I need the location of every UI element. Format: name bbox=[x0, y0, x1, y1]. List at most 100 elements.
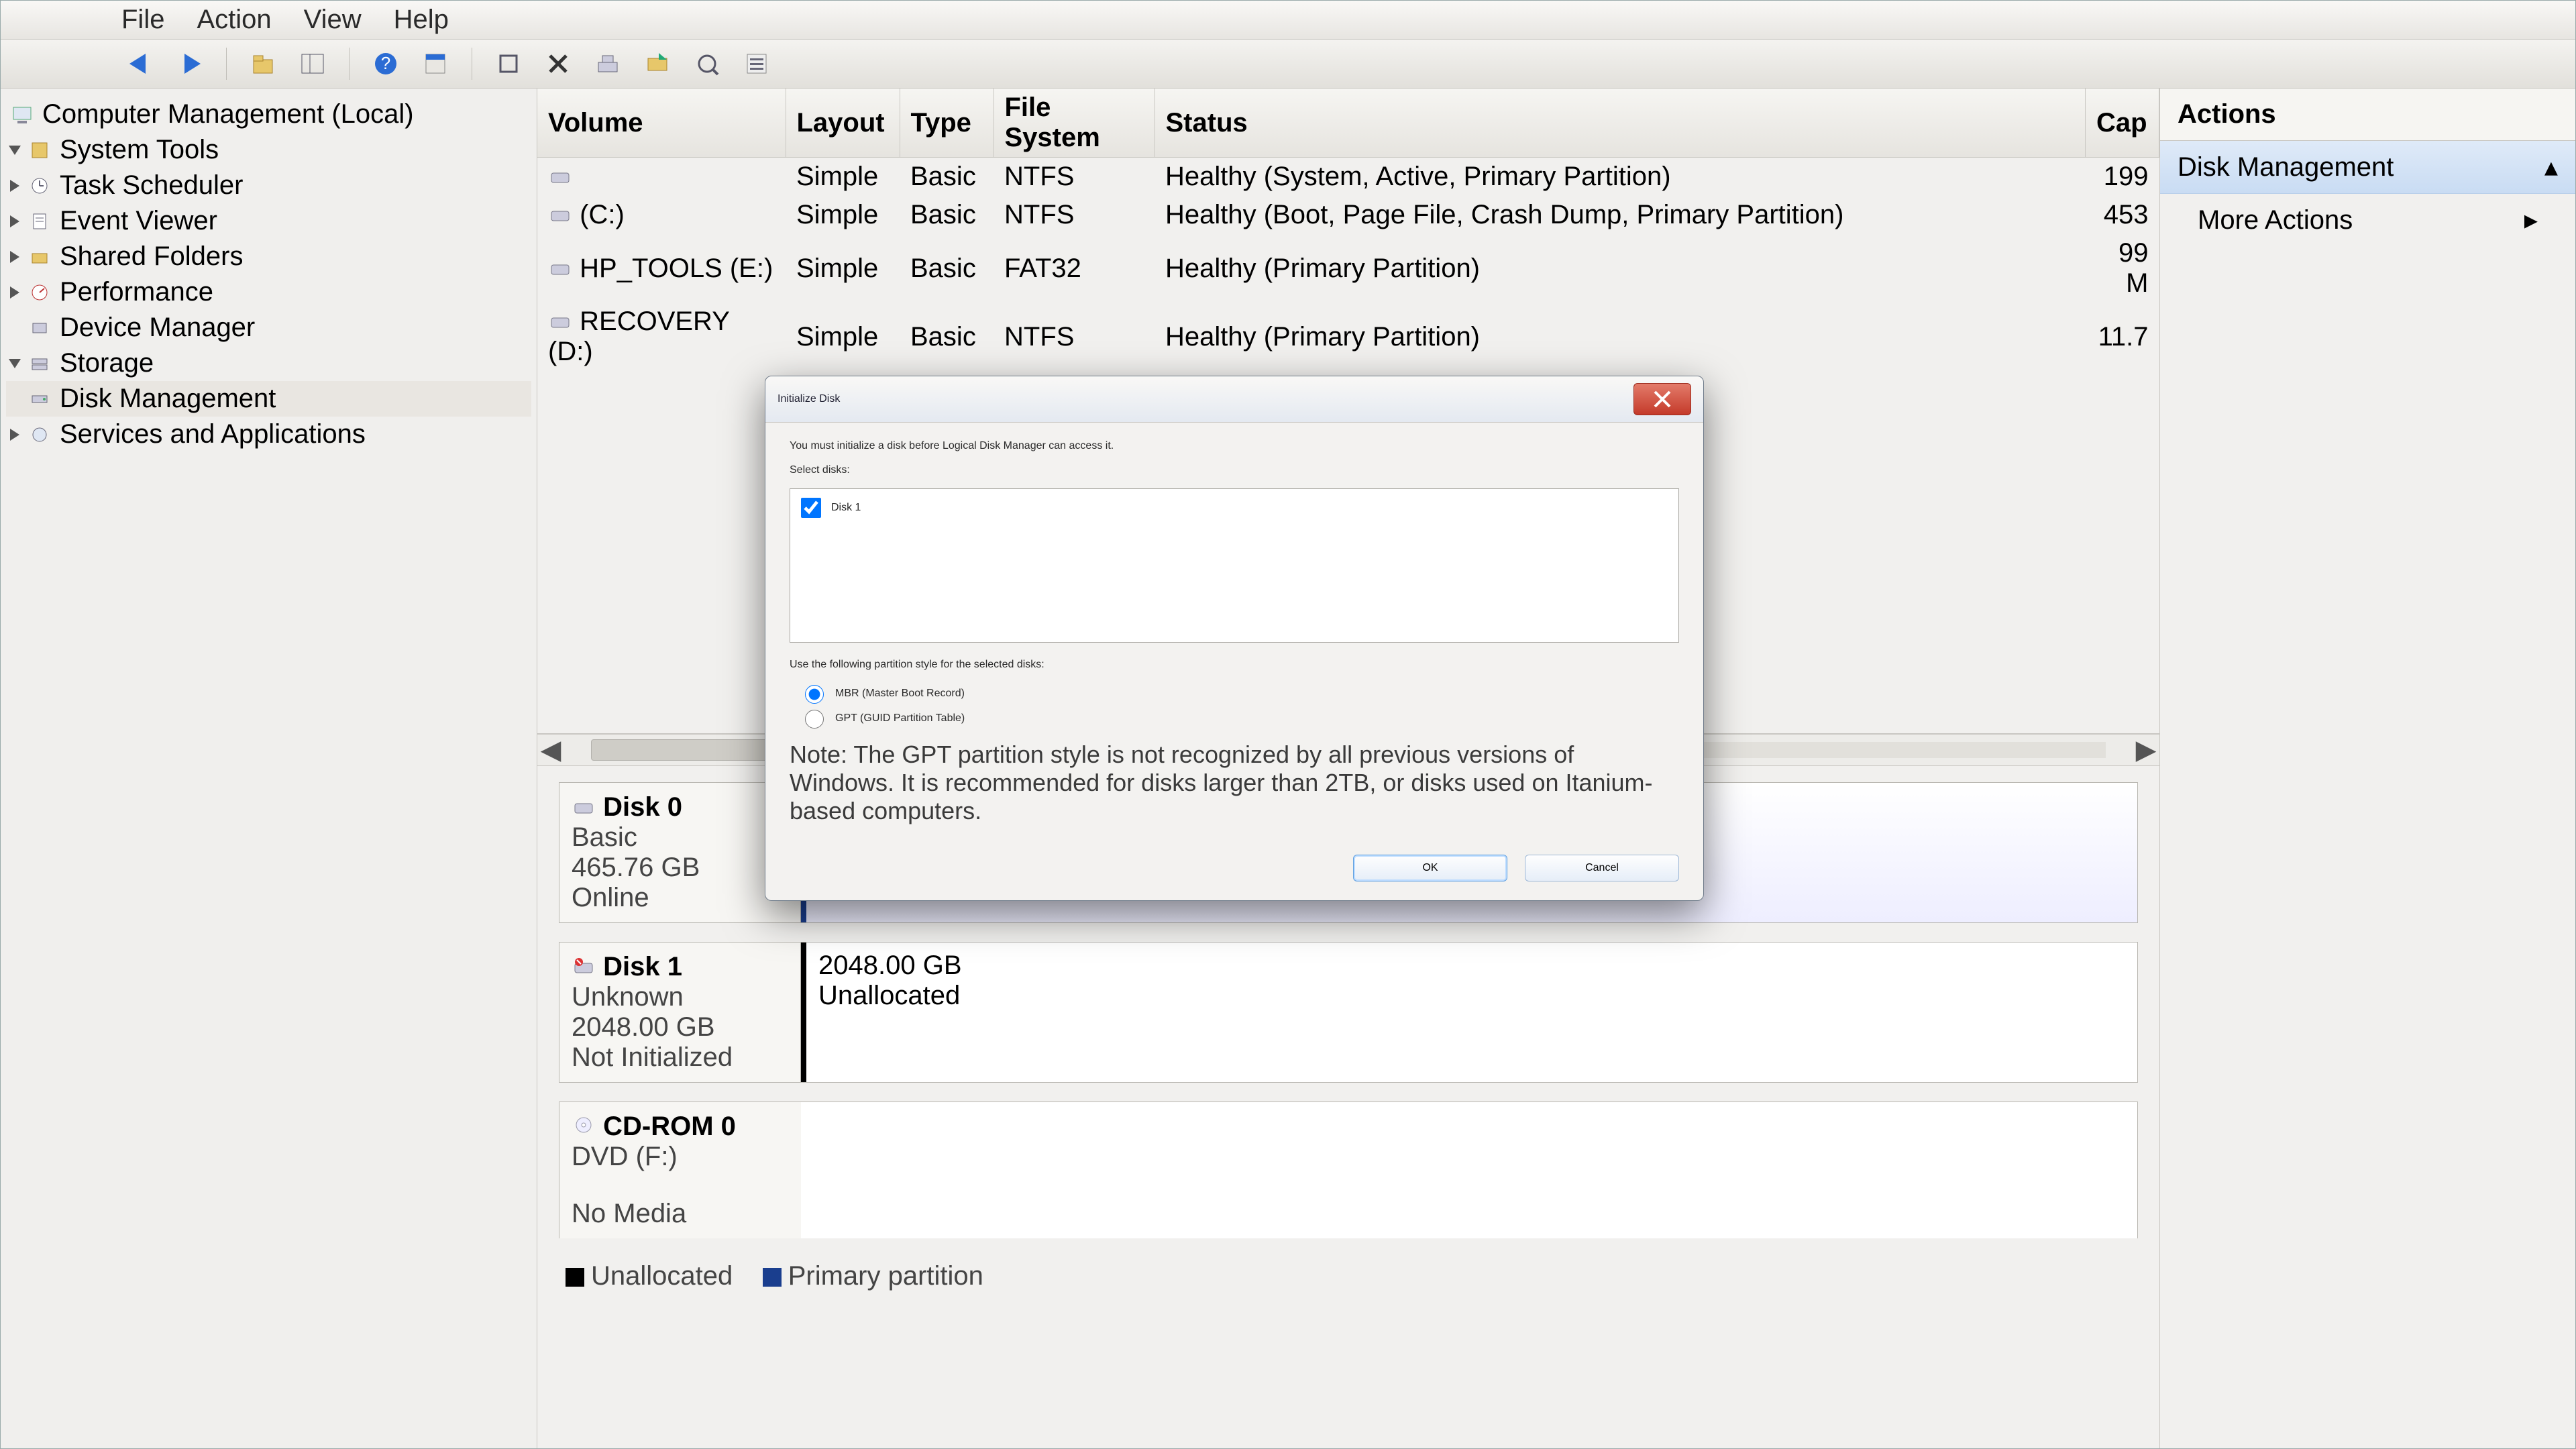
tree-device-manager[interactable]: Device Manager bbox=[6, 310, 531, 345]
menu-view[interactable]: View bbox=[304, 5, 362, 35]
refresh-button[interactable] bbox=[490, 45, 527, 83]
forward-button[interactable] bbox=[171, 45, 209, 83]
cell: Basic bbox=[900, 303, 994, 371]
tree-label: Storage bbox=[60, 348, 154, 378]
dialog-titlebar[interactable]: Initialize Disk bbox=[765, 376, 1703, 423]
table-row[interactable]: (C:) Simple Basic NTFS Healthy (Boot, Pa… bbox=[537, 196, 2159, 234]
show-hide-tree-button[interactable] bbox=[294, 45, 331, 83]
legend: Unallocated Primary partition bbox=[559, 1257, 2138, 1291]
disk-check-label: Disk 1 bbox=[831, 502, 861, 514]
disk-size: 465.76 GB bbox=[572, 853, 788, 883]
partition-unallocated[interactable]: 2048.00 GB Unallocated bbox=[801, 943, 2137, 1082]
volume-icon bbox=[548, 258, 572, 282]
tree-storage[interactable]: Storage bbox=[6, 345, 531, 381]
radio-gpt-input[interactable] bbox=[805, 710, 824, 729]
cell: Simple bbox=[786, 196, 900, 234]
disk-info: Disk 1 Unknown 2048.00 GB Not Initialize… bbox=[559, 943, 801, 1082]
tree-shared-folders[interactable]: Shared Folders bbox=[6, 239, 531, 274]
cell: Simple bbox=[786, 303, 900, 371]
cell: NTFS bbox=[994, 303, 1155, 371]
ok-button[interactable]: OK bbox=[1353, 855, 1507, 881]
scroll-right-icon[interactable]: ▶ bbox=[2133, 735, 2159, 765]
collapse-icon[interactable]: ▴ bbox=[2544, 152, 2558, 182]
tree-task-scheduler[interactable]: Task Scheduler bbox=[6, 168, 531, 203]
computer-icon bbox=[10, 103, 34, 127]
close-button[interactable] bbox=[1633, 383, 1691, 415]
disk-state: Not Initialized bbox=[572, 1042, 788, 1073]
radio-gpt[interactable]: GPT (GUID Partition Table) bbox=[802, 708, 1679, 729]
up-button[interactable] bbox=[244, 45, 282, 83]
disk-checkbox[interactable] bbox=[801, 498, 821, 518]
expand-icon[interactable] bbox=[10, 180, 19, 192]
menu-action[interactable]: Action bbox=[197, 5, 271, 35]
separator-icon bbox=[349, 48, 350, 80]
disk-row-cd[interactable]: CD-ROM 0 DVD (F:) No Media bbox=[559, 1102, 2138, 1238]
chevron-right-icon: ▸ bbox=[2524, 205, 2538, 235]
expand-icon[interactable] bbox=[10, 429, 19, 441]
legend-label: Primary partition bbox=[788, 1261, 983, 1291]
disk-check-item[interactable]: Disk 1 bbox=[798, 496, 1670, 520]
partition-strip[interactable]: 2048.00 GB Unallocated bbox=[801, 943, 2137, 1082]
initialize-disk-dialog[interactable]: Initialize Disk You must initialize a di… bbox=[765, 376, 1704, 901]
actions-more[interactable]: More Actions ▸ bbox=[2160, 194, 2575, 246]
table-row[interactable]: RECOVERY (D:) Simple Basic NTFS Healthy … bbox=[537, 303, 2159, 371]
legend-chip-primary bbox=[763, 1268, 782, 1287]
col-status[interactable]: Status bbox=[1155, 89, 2086, 158]
col-filesystem[interactable]: File System bbox=[994, 89, 1155, 158]
expand-icon[interactable] bbox=[10, 251, 19, 263]
radio-mbr[interactable]: MBR (Master Boot Record) bbox=[802, 683, 1679, 704]
delete-button[interactable] bbox=[539, 45, 577, 83]
tree-root[interactable]: Computer Management (Local) bbox=[6, 97, 531, 132]
tree-label: Performance bbox=[60, 277, 213, 307]
expand-icon[interactable] bbox=[10, 286, 19, 299]
cell: (C:) bbox=[580, 200, 625, 229]
rescan-button[interactable] bbox=[589, 45, 627, 83]
expand-icon[interactable] bbox=[9, 359, 21, 368]
tree-services-apps[interactable]: Services and Applications bbox=[6, 417, 531, 452]
tree-system-tools[interactable]: System Tools bbox=[6, 132, 531, 168]
disk-type: Unknown bbox=[572, 982, 788, 1012]
tree-label: Event Viewer bbox=[60, 206, 217, 236]
device-icon bbox=[28, 316, 52, 340]
action-button[interactable] bbox=[639, 45, 676, 83]
disk-warning-icon bbox=[572, 955, 596, 979]
col-type[interactable]: Type bbox=[900, 89, 994, 158]
menu-help[interactable]: Help bbox=[394, 5, 449, 35]
volume-icon bbox=[548, 204, 572, 228]
tree-event-viewer[interactable]: Event Viewer bbox=[6, 203, 531, 239]
cancel-button[interactable]: Cancel bbox=[1525, 855, 1679, 881]
select-disks-label: Select disks: bbox=[790, 464, 1679, 476]
col-layout[interactable]: Layout bbox=[786, 89, 900, 158]
disk-icon bbox=[28, 387, 52, 411]
part-size: 2048.00 GB bbox=[818, 951, 2125, 981]
col-volume[interactable]: Volume bbox=[537, 89, 786, 158]
tools-icon bbox=[28, 138, 52, 162]
disk-select-list[interactable]: Disk 1 bbox=[790, 488, 1679, 643]
actions-header: Actions bbox=[2160, 89, 2575, 141]
gauge-icon bbox=[28, 280, 52, 305]
expand-icon[interactable] bbox=[9, 146, 21, 155]
expand-icon[interactable] bbox=[10, 215, 19, 227]
more-button[interactable] bbox=[738, 45, 775, 83]
svg-text:?: ? bbox=[381, 53, 390, 73]
cell: NTFS bbox=[994, 158, 1155, 197]
back-button[interactable] bbox=[121, 45, 159, 83]
help-button[interactable]: ? bbox=[367, 45, 405, 83]
radio-gpt-label: GPT (GUID Partition Table) bbox=[835, 712, 965, 724]
services-icon bbox=[28, 423, 52, 447]
disk-row-1[interactable]: Disk 1 Unknown 2048.00 GB Not Initialize… bbox=[559, 942, 2138, 1083]
table-row[interactable]: Simple Basic NTFS Healthy (System, Activ… bbox=[537, 158, 2159, 197]
menu-file[interactable]: File bbox=[121, 5, 164, 35]
col-capacity[interactable]: Cap bbox=[2086, 89, 2159, 158]
view-settings-button[interactable] bbox=[688, 45, 726, 83]
volume-icon bbox=[548, 311, 572, 335]
console-tree[interactable]: Computer Management (Local) System Tools… bbox=[1, 89, 537, 1448]
actions-group[interactable]: Disk Management ▴ bbox=[2160, 141, 2575, 194]
tree-performance[interactable]: Performance bbox=[6, 274, 531, 310]
properties-button[interactable] bbox=[417, 45, 454, 83]
tree-disk-management[interactable]: Disk Management bbox=[6, 381, 531, 417]
cell: Simple bbox=[786, 234, 900, 303]
table-row[interactable]: HP_TOOLS (E:) Simple Basic FAT32 Healthy… bbox=[537, 234, 2159, 303]
scroll-left-icon[interactable]: ◀ bbox=[537, 735, 564, 765]
radio-mbr-input[interactable] bbox=[805, 685, 824, 704]
